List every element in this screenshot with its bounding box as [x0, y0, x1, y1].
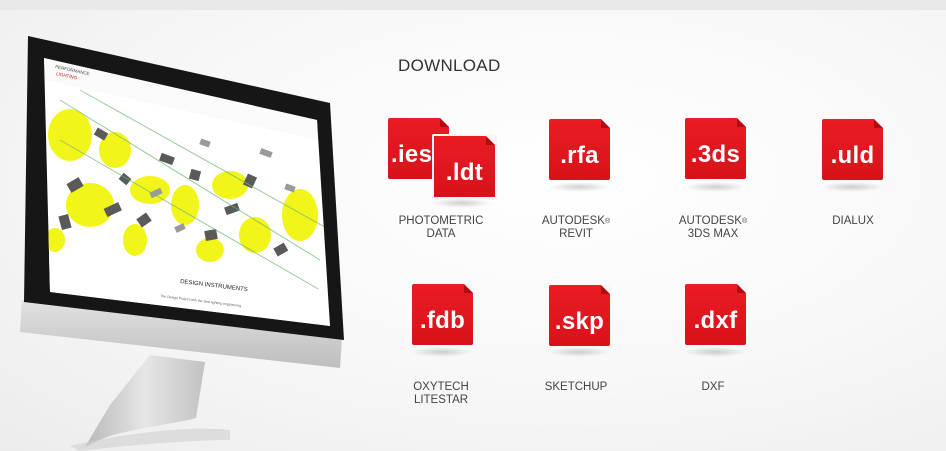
label-line1: DIALUX	[832, 215, 874, 227]
label-line2: LITESTAR	[413, 394, 469, 406]
rfa-extension: .rfa	[560, 142, 599, 169]
download-dxf-label: DXF	[653, 381, 773, 394]
rfa-file-icon: .rfa	[549, 119, 610, 180]
download-dialux-label: DIALUX	[793, 215, 913, 228]
uld-extension: .uld	[830, 142, 875, 169]
download-dialux[interactable]: .uld DIALUX	[793, 119, 913, 259]
download-dxf[interactable]: .dxf DXF	[653, 284, 773, 424]
download-sketchup[interactable]: .skp SKETCHUP	[516, 285, 636, 425]
ldt-file-icon: .ldt	[432, 134, 497, 199]
label-line2: REVIT	[559, 228, 593, 240]
label-line1: SKETCHUP	[544, 381, 608, 393]
download-3dsmax-label: AUTODESK® 3DS MAX	[653, 215, 773, 241]
download-sketchup-label: SKETCHUP	[516, 381, 636, 394]
download-litestar-label: OXYTECH LITESTAR	[381, 381, 501, 407]
3ds-extension: .3ds	[690, 141, 741, 168]
fdb-extension: .fdb	[419, 307, 466, 334]
label-line1: PHOTOMETRIC	[398, 215, 484, 227]
label-line1: DXF	[701, 381, 725, 393]
dxf-file-icon: .dxf	[685, 284, 746, 345]
label-line1: AUTODESK	[541, 215, 605, 227]
3ds-file-icon: .3ds	[685, 118, 746, 179]
skp-file-icon: .skp	[549, 285, 610, 346]
imac-illustration: DESIGN INSTRUMENTS The Design Project wi…	[0, 0, 370, 451]
fdb-file-icon: .fdb	[412, 284, 473, 345]
label-line2: 3DS MAX	[687, 228, 739, 240]
label-line2: DATA	[426, 228, 456, 240]
registered-mark: ®	[741, 218, 748, 225]
download-3dsmax[interactable]: .3ds AUTODESK® 3DS MAX	[653, 118, 773, 258]
imac-svg: DESIGN INSTRUMENTS The Design Project wi…	[20, 36, 344, 451]
skp-extension: .skp	[554, 308, 605, 335]
ldt-extension: .ldt	[445, 159, 484, 186]
download-litestar[interactable]: .fdb OXYTECH LITESTAR	[381, 284, 501, 424]
dxf-extension: .dxf	[693, 307, 738, 334]
download-title: DOWNLOAD	[398, 56, 501, 75]
download-revit-label: AUTODESK® REVIT	[516, 215, 636, 241]
label-line1: AUTODESK	[678, 215, 742, 227]
download-revit[interactable]: .rfa AUTODESK® REVIT	[516, 119, 636, 259]
download-photometric-label: PHOTOMETRIC DATA	[381, 215, 501, 241]
download-panel: DESIGN INSTRUMENTS The Design Project wi…	[0, 0, 946, 451]
registered-mark: ®	[604, 218, 611, 225]
label-line1: OXYTECH	[413, 381, 469, 393]
uld-file-icon: .uld	[822, 119, 883, 180]
download-photometric[interactable]: .ies .ldt PHOTOMETRIC DATA	[382, 118, 502, 258]
